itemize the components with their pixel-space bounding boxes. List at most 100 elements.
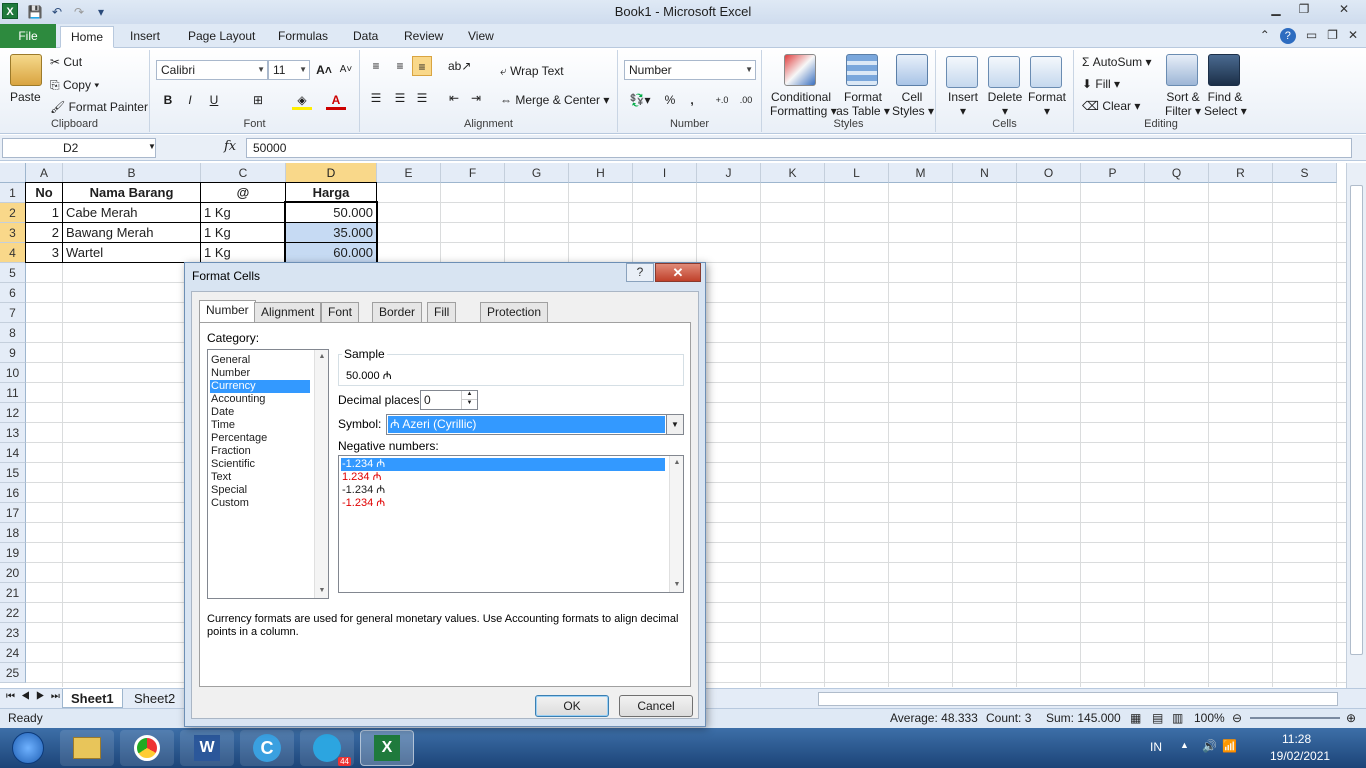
zoom-in-icon[interactable]: ⊕ — [1346, 709, 1356, 727]
format-as-table-button[interactable]: Format as Table ▾ — [836, 90, 890, 118]
cell-b3[interactable]: Bawang Merah — [62, 222, 201, 243]
cell-c2[interactable]: 1 Kg — [200, 202, 286, 223]
column-header-i[interactable]: I — [633, 163, 697, 183]
dialog-help-button[interactable]: ? — [626, 263, 654, 282]
vertical-scrollbar[interactable] — [1346, 163, 1366, 688]
borders-icon[interactable]: ⊞ — [248, 90, 268, 110]
align-center-icon[interactable]: ☰ — [390, 88, 410, 108]
font-color-icon[interactable]: A — [326, 90, 346, 110]
network-icon[interactable]: 📶 — [1222, 739, 1237, 753]
row-header-2[interactable]: 2 — [0, 203, 26, 223]
horizontal-scrollbar[interactable] — [818, 692, 1338, 706]
column-header-d[interactable]: D — [286, 163, 377, 183]
negative-format-item[interactable]: -1.234 ₼ — [341, 497, 665, 510]
paste-button[interactable]: Paste — [10, 90, 41, 104]
cell-styles-button[interactable]: Cell Styles ▾ — [892, 90, 934, 118]
neg-scroll-down-icon[interactable]: ▼ — [670, 578, 683, 592]
cell-c4[interactable]: 1 Kg — [200, 242, 286, 263]
scroll-up-icon[interactable]: ▲ — [315, 350, 328, 364]
fill-button[interactable]: ⬇ Fill ▾ — [1082, 77, 1120, 91]
decimal-places-spinner[interactable]: 0 ▲ ▼ — [420, 390, 478, 410]
cell-d3[interactable]: 35.000 — [285, 222, 377, 243]
format-as-table-icon[interactable] — [846, 54, 878, 86]
cut-button[interactable]: ✂ Cut — [50, 55, 82, 69]
clock-time[interactable]: 11:28 — [1282, 732, 1311, 746]
category-item-fraction[interactable]: Fraction — [210, 445, 310, 458]
increase-decimal-button[interactable]: +.0 — [712, 90, 732, 110]
percent-button[interactable]: % — [660, 90, 680, 110]
row-header-23[interactable]: 23 — [0, 623, 26, 643]
row-header-9[interactable]: 9 — [0, 343, 26, 363]
comma-button[interactable]: , — [682, 90, 702, 110]
category-item-accounting[interactable]: Accounting — [210, 393, 310, 406]
cell-styles-icon[interactable] — [896, 54, 928, 86]
tab-font[interactable]: Font — [321, 302, 360, 322]
tab-fill[interactable]: Fill — [427, 302, 457, 322]
category-item-time[interactable]: Time — [210, 419, 310, 432]
align-bottom-icon[interactable]: ≡ — [412, 56, 432, 76]
row-header-20[interactable]: 20 — [0, 563, 26, 583]
column-header-e[interactable]: E — [377, 163, 441, 183]
column-header-l[interactable]: L — [825, 163, 889, 183]
insert-cells-button[interactable]: Insert ▾ — [946, 90, 980, 118]
ok-button[interactable]: OK — [535, 695, 609, 717]
row-header-7[interactable]: 7 — [0, 303, 26, 323]
column-header-h[interactable]: H — [569, 163, 633, 183]
category-item-date[interactable]: Date — [210, 406, 310, 419]
accounting-format-icon[interactable]: 💱▾ — [626, 90, 654, 110]
row-header-4[interactable]: 4 — [0, 243, 26, 263]
tab-alignment[interactable]: Alignment — [254, 302, 322, 322]
chrome-taskbar-icon[interactable] — [120, 730, 174, 766]
cell-d4[interactable]: 60.000 — [285, 242, 377, 263]
column-header-m[interactable]: M — [889, 163, 953, 183]
row-header-14[interactable]: 14 — [0, 443, 26, 463]
clock-date[interactable]: 19/02/2021 — [1270, 749, 1330, 763]
format-painter-button[interactable]: 🖌 Format Painter — [50, 100, 148, 114]
negative-list-scrollbar[interactable]: ▲ ▼ — [669, 456, 683, 592]
tab-data[interactable]: Data — [343, 26, 388, 48]
cell-a1[interactable]: No — [25, 182, 63, 203]
column-header-c[interactable]: C — [201, 163, 286, 183]
tab-review[interactable]: Review — [394, 26, 453, 48]
spin-up-icon[interactable]: ▲ — [461, 391, 477, 400]
decrease-decimal-button[interactable]: .00 — [736, 90, 756, 110]
increase-indent-icon[interactable]: ⇥ — [466, 88, 486, 108]
zoom-slider[interactable] — [1250, 717, 1340, 719]
telegram-taskbar-icon[interactable]: 44 — [300, 730, 354, 766]
format-cells-icon[interactable] — [1030, 56, 1062, 88]
negative-format-item[interactable]: 1.234 ₼ — [341, 471, 665, 484]
help-icon[interactable]: ? — [1279, 28, 1296, 44]
row-header-13[interactable]: 13 — [0, 423, 26, 443]
row-header-8[interactable]: 8 — [0, 323, 26, 343]
category-list-scrollbar[interactable]: ▲ ▼ — [314, 350, 328, 598]
insert-cells-icon[interactable] — [946, 56, 978, 88]
column-header-n[interactable]: N — [953, 163, 1017, 183]
conditional-formatting-button[interactable]: Conditional Formatting ▾ — [770, 90, 837, 118]
name-box-dropdown-icon[interactable]: ▼ — [148, 142, 156, 151]
copy-button[interactable]: ⎘ Copy ▾ — [50, 78, 99, 93]
font-name-combo[interactable]: Calibri ▼ — [156, 60, 268, 80]
cell-c1[interactable]: @ — [200, 182, 286, 203]
page-break-view-icon[interactable]: ▥ — [1172, 709, 1183, 727]
select-all-corner[interactable] — [0, 163, 26, 183]
column-header-p[interactable]: P — [1081, 163, 1145, 183]
negative-format-item[interactable]: -1.234 ₼ — [341, 458, 665, 471]
dialog-close-button[interactable]: ✕ — [655, 263, 701, 282]
column-header-o[interactable]: O — [1017, 163, 1081, 183]
negative-numbers-list[interactable]: -1.234 ₼ 1.234 ₼ -1.234 ₼ -1.234 ₼ ▲ ▼ — [338, 455, 684, 593]
zoom-out-icon[interactable]: ⊖ — [1232, 709, 1242, 727]
sheet-navigation-icon[interactable]: ⏮◀▶⏭ — [6, 691, 66, 702]
start-button-icon[interactable] — [2, 730, 54, 766]
row-header-6[interactable]: 6 — [0, 283, 26, 303]
grow-font-icon[interactable]: A˄ — [314, 60, 334, 80]
find-select-button[interactable]: Find & Select ▾ — [1204, 90, 1247, 118]
sort-filter-button[interactable]: Sort & Filter ▾ — [1162, 90, 1204, 118]
decrease-indent-icon[interactable]: ⇤ — [444, 88, 464, 108]
italic-button[interactable]: I — [180, 90, 200, 110]
sheet-tab-sheet2[interactable]: Sheet2 — [126, 689, 183, 708]
cancel-button[interactable]: Cancel — [619, 695, 693, 717]
autosum-button[interactable]: Σ AutoSum ▾ — [1082, 55, 1151, 69]
row-header-22[interactable]: 22 — [0, 603, 26, 623]
align-middle-icon[interactable]: ≡ — [390, 56, 410, 76]
format-cells-button[interactable]: Format ▾ — [1026, 90, 1068, 118]
